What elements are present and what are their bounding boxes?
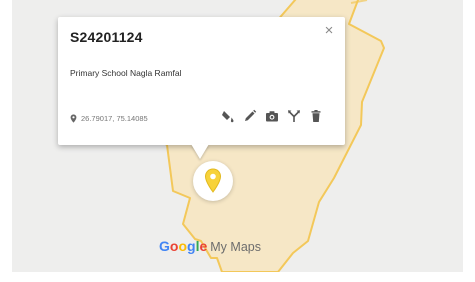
logo-product-name: My Maps xyxy=(210,240,261,254)
logo-letter-g: G xyxy=(159,238,170,254)
coordinates-row: 26.79017, 75.14085 xyxy=(70,114,148,123)
style-icon[interactable] xyxy=(221,109,235,123)
google-my-maps-logo: Google My Maps xyxy=(159,238,261,254)
popup-pointer xyxy=(191,144,209,159)
edit-icon[interactable] xyxy=(243,109,257,123)
popup-toolbar xyxy=(221,109,323,123)
logo-letter-e: e xyxy=(199,238,208,254)
selected-marker[interactable] xyxy=(193,161,233,201)
info-popup: S24201124 × Primary School Nagla Ramfal … xyxy=(58,17,345,145)
directions-icon[interactable] xyxy=(287,109,301,123)
place-title: S24201124 xyxy=(70,29,143,45)
coordinates-text: 26.79017, 75.14085 xyxy=(81,114,148,123)
logo-letter-o2: o xyxy=(178,238,188,254)
place-description: Primary School Nagla Ramfal xyxy=(70,68,182,78)
logo-letter-g2: g xyxy=(187,238,196,254)
camera-icon[interactable] xyxy=(265,109,279,123)
map-pin-icon xyxy=(204,168,222,193)
location-pin-icon xyxy=(70,114,77,123)
map-view: Google My Maps S24201124 × Primary Schoo… xyxy=(0,0,475,282)
close-icon[interactable]: × xyxy=(321,23,337,39)
delete-icon[interactable] xyxy=(309,109,323,123)
